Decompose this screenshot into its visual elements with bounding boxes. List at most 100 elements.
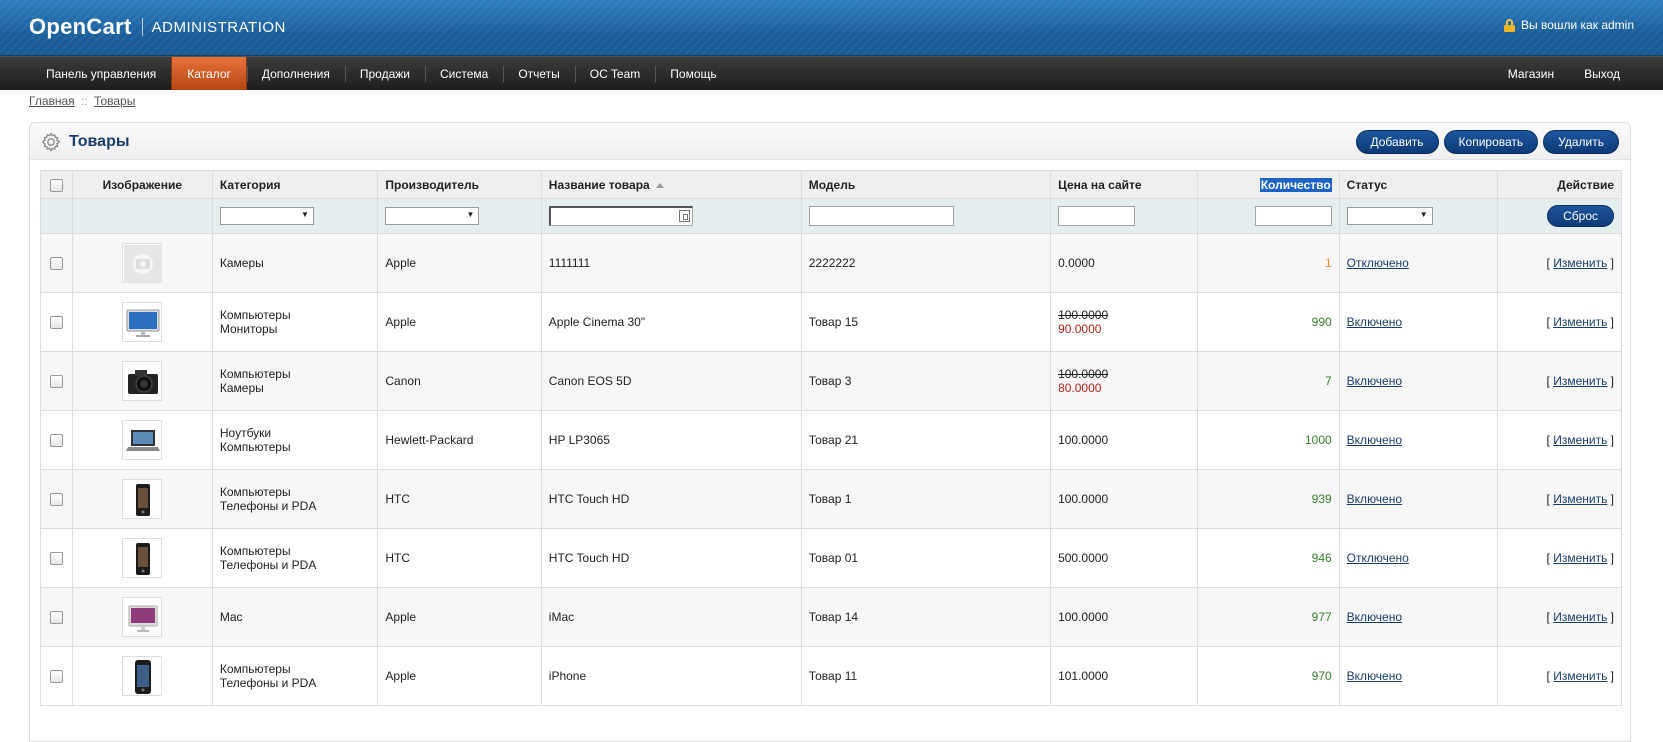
column-category[interactable]: Категория [211, 170, 379, 199]
image-cell [71, 410, 213, 470]
status-toggle[interactable]: Включено [1347, 610, 1402, 624]
filter-status-select[interactable] [1346, 207, 1433, 225]
row-select-cell [40, 587, 73, 647]
filter-quantity-input[interactable] [1254, 206, 1332, 226]
category-stack: Камеры [220, 256, 371, 270]
breadcrumb-current[interactable]: Товары [94, 94, 135, 108]
product-thumbnail [122, 479, 163, 519]
column-image: Изображение [71, 170, 213, 199]
quantity: 7 [1324, 374, 1332, 388]
column-status[interactable]: Статус [1338, 170, 1498, 199]
category-name: Компьютеры [219, 544, 291, 558]
brand[interactable]: OpenCart ADMINISTRATION [29, 14, 286, 40]
model-cell: Товар 1 [800, 469, 1052, 529]
delete-button[interactable]: Удалить [1543, 130, 1619, 154]
menu-item-6[interactable]: OC Team [574, 57, 655, 90]
category-name: Компьютеры [219, 367, 291, 381]
edit-link[interactable]: Изменить [1553, 551, 1607, 565]
status-cell: Включено [1338, 646, 1498, 706]
page-title-text: Товары [69, 133, 130, 150]
price-cell: 101.0000 [1050, 646, 1198, 706]
edit-link[interactable]: Изменить [1553, 492, 1607, 506]
row-checkbox[interactable] [49, 670, 63, 684]
filter-name-input[interactable] [548, 206, 693, 226]
menu-right-item-1[interactable]: Выход [1569, 57, 1635, 90]
menu-item-0[interactable]: Панель управления [31, 57, 171, 90]
menu-item-7[interactable]: Помощь [655, 57, 731, 90]
edit-link[interactable]: Изменить [1553, 433, 1607, 447]
status-toggle[interactable]: Включено [1347, 374, 1402, 388]
price-cell: 100.0000 [1050, 469, 1198, 529]
filter-price-input[interactable] [1058, 206, 1136, 226]
status-toggle[interactable]: Включено [1347, 315, 1402, 329]
column-quantity[interactable]: Количество [1196, 170, 1340, 199]
row-checkbox[interactable] [49, 552, 63, 566]
column-price[interactable]: Цена на сайте [1050, 170, 1198, 199]
row-checkbox[interactable] [49, 257, 63, 271]
autocomplete-icon[interactable] [678, 210, 690, 222]
filter-category-select[interactable] [219, 207, 314, 225]
status-toggle[interactable]: Включено [1347, 433, 1402, 447]
brand-subtitle: ADMINISTRATION [151, 18, 286, 36]
status-toggle[interactable]: Включено [1347, 492, 1402, 506]
filter-manufacturer-select[interactable] [385, 207, 480, 225]
model-cell: Товар 21 [800, 410, 1052, 470]
menu-item-4[interactable]: Система [424, 57, 503, 90]
edit-link[interactable]: Изменить [1553, 374, 1607, 388]
column-name[interactable]: Название товара [540, 170, 802, 199]
select-all-checkbox[interactable] [49, 178, 63, 192]
reset-filter-button[interactable]: Сброс [1547, 205, 1614, 227]
add-button[interactable]: Добавить [1355, 130, 1439, 154]
select-all-cell [40, 170, 73, 199]
category-cell: Mac [211, 587, 379, 647]
quantity-cell: 970 [1196, 646, 1340, 706]
edit-link[interactable]: Изменить [1553, 669, 1607, 683]
action-cell: [ Изменить ] [1496, 528, 1623, 588]
model-cell: Товар 15 [800, 292, 1052, 352]
category-name: Телефоны и PDA [219, 558, 317, 572]
menu-right-item-0[interactable]: Магазин [1493, 57, 1569, 90]
row-checkbox[interactable] [49, 434, 63, 448]
filter-status-cell [1338, 198, 1498, 234]
menu-item-1[interactable]: Каталог [171, 57, 247, 90]
image-cell [71, 646, 213, 706]
category-cell: Компьютеры Мониторы [211, 292, 379, 352]
copy-button[interactable]: Копировать [1443, 130, 1539, 154]
quantity-cell: 977 [1196, 587, 1340, 647]
table-row: Компьютеры Мониторы Apple Apple Cinema 30" Т… [40, 292, 1623, 352]
action-cell: [ Изменить ] [1496, 646, 1623, 706]
row-checkbox[interactable] [49, 375, 63, 389]
row-select-cell [40, 351, 73, 411]
menu-item-2[interactable]: Дополнения [246, 57, 345, 90]
table-row: Mac Apple iMac Товар 14 100.0000 977 Включено [… [40, 587, 1623, 647]
row-select-cell [40, 528, 73, 588]
column-category-label: Категория [219, 177, 281, 192]
menu-item-5[interactable]: Отчеты [503, 57, 574, 90]
image-cell [71, 292, 213, 352]
product-thumbnail [122, 420, 163, 460]
status-toggle[interactable]: Отключено [1347, 551, 1409, 565]
model-cell: Товар 14 [800, 587, 1052, 647]
menu-item-3[interactable]: Продажи [344, 57, 425, 90]
filter-model-input[interactable] [808, 206, 954, 226]
row-checkbox[interactable] [49, 611, 63, 625]
model-cell: 2222222 [800, 233, 1052, 293]
edit-link[interactable]: Изменить [1553, 256, 1607, 270]
name-cell: HTC Touch HD [540, 528, 802, 588]
column-manufacturer[interactable]: Производитель [377, 170, 542, 199]
action-cell: [ Изменить ] [1496, 292, 1623, 352]
row-checkbox[interactable] [49, 493, 63, 507]
column-model[interactable]: Модель [800, 170, 1052, 199]
manufacturer-cell: Apple [377, 292, 542, 352]
breadcrumb-home[interactable]: Главная [29, 94, 75, 108]
model-cell: Товар 3 [800, 351, 1052, 411]
edit-link[interactable]: Изменить [1553, 315, 1607, 329]
status-toggle[interactable]: Включено [1347, 669, 1402, 683]
status-toggle[interactable]: Отключено [1347, 256, 1409, 270]
manufacturer-cell: Apple [377, 587, 542, 647]
row-checkbox[interactable] [49, 316, 63, 330]
row-select-cell [40, 469, 73, 529]
filter-model-cell [800, 198, 1052, 234]
edit-link[interactable]: Изменить [1553, 610, 1607, 624]
name-cell: Apple Cinema 30" [540, 292, 802, 352]
